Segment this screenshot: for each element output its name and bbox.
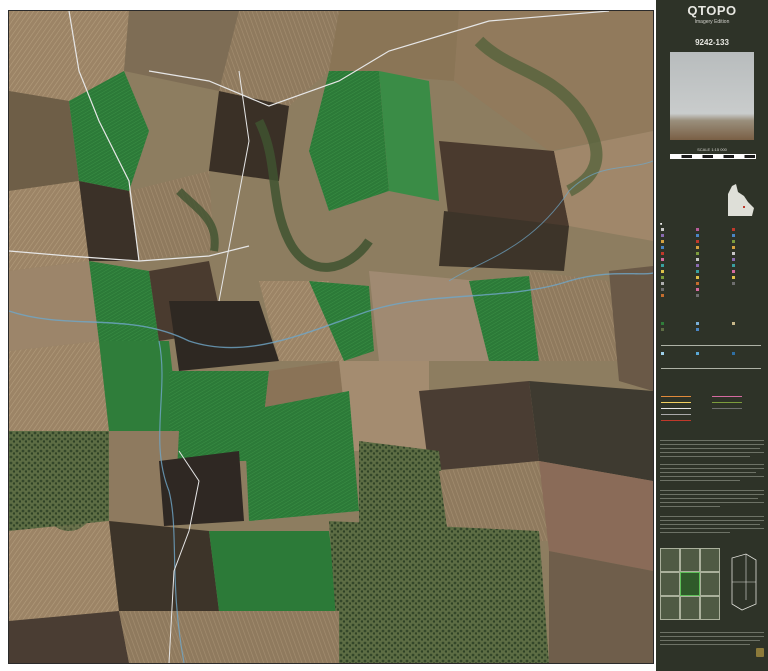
- legend-panel: QTOPO Imagery Edition 9242-133 SCALE 1:1…: [656, 0, 768, 671]
- map-photo: [670, 52, 754, 140]
- sheet-index: [660, 548, 720, 620]
- queensland-locator-icon: [728, 184, 754, 216]
- sheet-diagram-icon: [731, 553, 757, 611]
- aerial-imagery: [9, 11, 653, 663]
- scale-bar: [670, 154, 756, 159]
- map-sheet: QTOPO Imagery Edition 9242-133 SCALE 1:1…: [0, 0, 768, 671]
- imagery-map[interactable]: [8, 10, 654, 664]
- map-subtitle: Imagery Edition: [694, 19, 730, 25]
- scale-label: SCALE 1:15 000: [697, 147, 727, 152]
- map-title: QTOPO: [687, 3, 737, 18]
- sheet-number: 9242-133: [695, 38, 729, 47]
- queensland-government-logo: [756, 648, 764, 657]
